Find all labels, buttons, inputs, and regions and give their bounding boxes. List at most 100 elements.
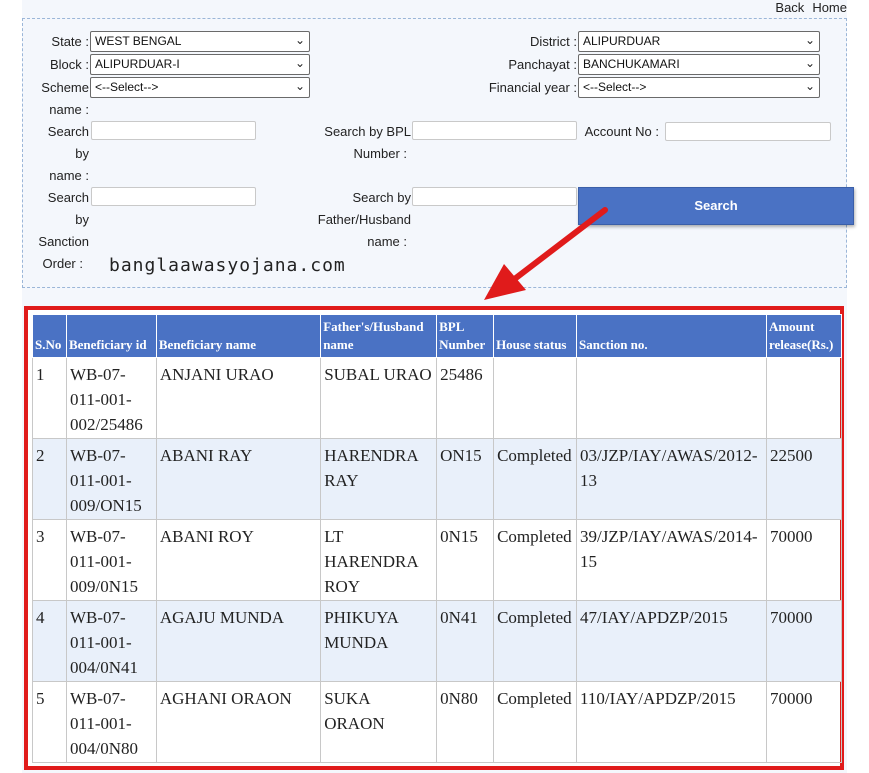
search-by-name-label-2: by bbox=[75, 146, 89, 161]
chevron-down-icon: ⌄ bbox=[804, 33, 815, 47]
scheme-select-value: <--Select--> bbox=[95, 80, 159, 94]
table-row: 4 WB-07-011-001-004/0N41 AGAJU MUNDA PHI… bbox=[32, 600, 843, 682]
account-no-label: Account No : bbox=[584, 124, 659, 139]
table-row: 2 WB-07-011-001-009/ON15 ABANI RAY HAREN… bbox=[32, 438, 843, 520]
cell-beneficiary-id: WB-07-011-001-004/0N80 bbox=[65, 681, 157, 763]
header-sanction-no: Sanction no. bbox=[576, 314, 767, 358]
table-row: 5 WB-07-011-001-004/0N80 AGHANI ORAON SU… bbox=[32, 681, 843, 763]
header-bpl-number: BPL Number bbox=[436, 314, 495, 358]
cell-bpl-number: ON15 bbox=[436, 438, 495, 520]
cell-house-status: Completed bbox=[493, 438, 578, 520]
cell-beneficiary-id: WB-07-011-001-009/0N15 bbox=[65, 519, 157, 601]
block-select[interactable]: ALIPURDUAR-I ⌄ bbox=[90, 54, 310, 75]
cell-beneficiary-name: ANJANI URAO bbox=[155, 357, 322, 439]
cell-father-husband-name: SUBAL URAO bbox=[320, 357, 438, 439]
cell-father-husband-name: HARENDRA RAY bbox=[320, 438, 438, 520]
cell-sno: 5 bbox=[32, 681, 67, 763]
financial-year-label: Financial year : bbox=[488, 80, 577, 95]
cell-bpl-number: 0N80 bbox=[436, 681, 495, 763]
cell-sno: 3 bbox=[32, 519, 67, 601]
cell-amount-release: 22500 bbox=[765, 438, 843, 520]
cell-father-husband-name: LT HARENDRA ROY bbox=[320, 519, 438, 601]
district-select-value: ALIPURDUAR bbox=[583, 34, 661, 48]
cell-sanction-no: 39/JZP/IAY/AWAS/2014-15 bbox=[576, 519, 767, 601]
panchayat-select[interactable]: BANCHUKAMARI ⌄ bbox=[578, 54, 820, 75]
chevron-down-icon: ⌄ bbox=[294, 33, 305, 47]
table-row: 3 WB-07-011-001-009/0N15 ABANI ROY LT HA… bbox=[32, 519, 843, 601]
header-sno: S.No bbox=[32, 314, 67, 358]
chevron-down-icon: ⌄ bbox=[804, 79, 815, 93]
cell-father-husband-name: PHIKUYA MUNDA bbox=[320, 600, 438, 682]
state-select[interactable]: WEST BENGAL ⌄ bbox=[90, 31, 310, 52]
search-form: State : WEST BENGAL ⌄ District : ALIPURD… bbox=[22, 18, 854, 288]
cell-amount-release: 70000 bbox=[765, 600, 843, 682]
chevron-down-icon: ⌄ bbox=[294, 79, 305, 93]
search-button[interactable]: Search bbox=[578, 187, 854, 225]
home-link[interactable]: Home bbox=[812, 0, 847, 15]
panchayat-label: Panchayat : bbox=[508, 57, 577, 72]
cell-beneficiary-name: ABANI RAY bbox=[155, 438, 322, 520]
search-by-father-label-3: name : bbox=[367, 234, 407, 249]
table-header-row: S.No Beneficiary id Beneficiary name Fat… bbox=[32, 314, 843, 358]
cell-bpl-number: 0N41 bbox=[436, 600, 495, 682]
scheme-label: Scheme bbox=[41, 80, 89, 95]
search-by-name-label: Search bbox=[47, 124, 89, 139]
cell-amount-release bbox=[765, 357, 843, 439]
district-select[interactable]: ALIPURDUAR ⌄ bbox=[578, 31, 820, 52]
search-by-sanction-label-3: Sanction bbox=[38, 234, 89, 249]
block-select-value: ALIPURDUAR-I bbox=[95, 57, 180, 71]
financial-year-select[interactable]: <--Select--> ⌄ bbox=[578, 77, 820, 98]
panchayat-select-value: BANCHUKAMARI bbox=[583, 57, 680, 71]
cell-amount-release: 70000 bbox=[765, 519, 843, 601]
block-label: Block : bbox=[49, 57, 89, 72]
account-no-input[interactable] bbox=[665, 122, 831, 141]
watermark-text: banglaawasyojana.com bbox=[109, 255, 346, 276]
search-by-sanction-input[interactable] bbox=[91, 187, 256, 206]
search-by-sanction-label-2: by bbox=[75, 212, 89, 227]
cell-house-status bbox=[493, 357, 578, 439]
top-nav: Back Home bbox=[767, 0, 847, 15]
results-table: S.No Beneficiary id Beneficiary name Fat… bbox=[32, 314, 843, 763]
cell-bpl-number: 25486 bbox=[436, 357, 495, 439]
cell-sanction-no: 03/JZP/IAY/AWAS/2012-13 bbox=[576, 438, 767, 520]
scheme-select[interactable]: <--Select--> ⌄ bbox=[90, 77, 310, 98]
cell-father-husband-name: SUKA ORAON bbox=[320, 681, 438, 763]
district-label: District : bbox=[530, 34, 577, 49]
cell-beneficiary-name: AGHANI ORAON bbox=[155, 681, 322, 763]
search-by-father-input[interactable] bbox=[412, 187, 577, 206]
page: Back Home State : WEST BENGAL ⌄ District … bbox=[22, 0, 854, 773]
cell-house-status: Completed bbox=[493, 519, 578, 601]
search-by-name-label-3: name : bbox=[49, 168, 89, 183]
header-beneficiary-id: Beneficiary id bbox=[65, 314, 157, 358]
search-by-name-input[interactable] bbox=[91, 121, 256, 140]
chevron-down-icon: ⌄ bbox=[294, 56, 305, 70]
scheme-label-2: name : bbox=[49, 102, 89, 117]
cell-beneficiary-id: WB-07-011-001-009/ON15 bbox=[65, 438, 157, 520]
search-by-bpl-label-2: Number : bbox=[353, 146, 407, 161]
cell-beneficiary-id: WB-07-011-001-002/25486 bbox=[65, 357, 157, 439]
search-by-sanction-label: Search bbox=[47, 190, 89, 205]
search-by-bpl-input[interactable] bbox=[412, 121, 577, 140]
state-select-value: WEST BENGAL bbox=[95, 34, 182, 48]
header-amount-release: Amount release(Rs.) bbox=[765, 314, 843, 358]
cell-beneficiary-name: ABANI ROY bbox=[155, 519, 322, 601]
back-link[interactable]: Back bbox=[775, 0, 804, 15]
cell-house-status: Completed bbox=[493, 600, 578, 682]
search-by-father-label: Search by bbox=[352, 190, 411, 205]
financial-year-select-value: <--Select--> bbox=[583, 80, 647, 94]
cell-sno: 4 bbox=[32, 600, 67, 682]
state-label: State : bbox=[51, 34, 89, 49]
table-row: 1 WB-07-011-001-002/25486 ANJANI URAO SU… bbox=[32, 357, 843, 439]
results-highlight-frame: S.No Beneficiary id Beneficiary name Fat… bbox=[24, 306, 844, 770]
header-father-husband-name: Father's/Husband name bbox=[320, 314, 438, 358]
cell-bpl-number: 0N15 bbox=[436, 519, 495, 601]
cell-sno: 1 bbox=[32, 357, 67, 439]
cell-beneficiary-id: WB-07-011-001-004/0N41 bbox=[65, 600, 157, 682]
cell-amount-release: 70000 bbox=[765, 681, 843, 763]
search-by-sanction-label-4: Order : bbox=[42, 256, 83, 271]
cell-sanction-no bbox=[576, 357, 767, 439]
chevron-down-icon: ⌄ bbox=[804, 56, 815, 70]
header-house-status: House status bbox=[493, 314, 578, 358]
cell-house-status: Completed bbox=[493, 681, 578, 763]
cell-sanction-no: 47/IAY/APDZP/2015 bbox=[576, 600, 767, 682]
